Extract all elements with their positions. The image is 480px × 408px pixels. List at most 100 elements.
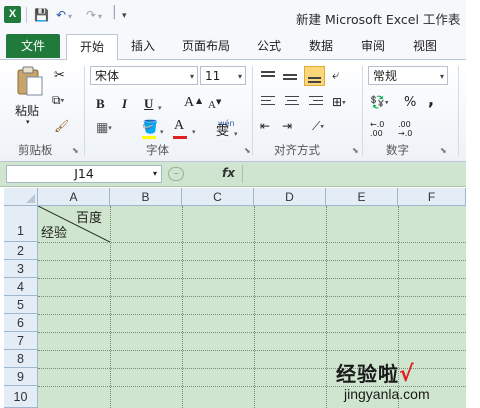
- tab-home[interactable]: 开始: [66, 34, 118, 61]
- grid-line: [38, 260, 466, 261]
- row-header[interactable]: 9: [4, 368, 38, 386]
- column-header[interactable]: B: [110, 188, 182, 206]
- decrease-indent-icon[interactable]: ⇤: [260, 118, 270, 134]
- row-header[interactable]: 8: [4, 350, 38, 368]
- font-color-dropdown-icon[interactable]: ▾: [192, 124, 196, 140]
- align-left-button[interactable]: [260, 94, 276, 110]
- row-header[interactable]: 3: [4, 260, 38, 278]
- align-right-button[interactable]: [308, 94, 324, 110]
- paste-dropdown-icon[interactable]: ▾: [26, 118, 30, 126]
- insert-function-icon[interactable]: fx: [222, 166, 235, 180]
- clipboard-launcher-icon[interactable]: ⬊: [72, 146, 79, 155]
- underline-button[interactable]: U: [144, 96, 153, 112]
- row-header[interactable]: 7: [4, 332, 38, 350]
- customize-quick-access-icon[interactable]: ▾: [122, 11, 127, 21]
- watermark-text: 经验啦√: [336, 358, 415, 387]
- undo-dropdown-icon[interactable]: ▾: [68, 12, 72, 21]
- row-header[interactable]: 2: [4, 242, 38, 260]
- column-header[interactable]: E: [326, 188, 398, 206]
- redo-dropdown-icon[interactable]: ▾: [98, 12, 102, 21]
- group-separator: [458, 66, 459, 156]
- row-header[interactable]: 1: [4, 206, 38, 242]
- cell-a1-bottom-text: 经验: [41, 226, 68, 241]
- copy-icon[interactable]: ⧉▾: [52, 92, 64, 109]
- column-header[interactable]: F: [398, 188, 466, 206]
- name-box-value: J14: [74, 166, 94, 181]
- paste-button[interactable]: 粘贴 ▾: [12, 64, 48, 128]
- row-header[interactable]: 5: [4, 296, 38, 314]
- chevron-down-icon: ▾: [439, 72, 444, 81]
- row-header[interactable]: 4: [4, 278, 38, 296]
- increase-indent-icon[interactable]: ⇥: [282, 118, 292, 134]
- formula-bar: J14 ▾ − fx: [0, 162, 466, 187]
- grid-line: [254, 206, 255, 408]
- comma-style-button[interactable]: ,: [428, 92, 434, 108]
- formula-bar-grip-icon[interactable]: −: [168, 167, 184, 181]
- grid-line: [38, 314, 466, 315]
- cell-a1[interactable]: 百度 经验: [38, 206, 110, 242]
- grid-line: [38, 242, 466, 243]
- tab-view[interactable]: 视图: [406, 34, 444, 58]
- formula-input[interactable]: [242, 165, 466, 183]
- percent-style-button[interactable]: %: [404, 95, 416, 111]
- tab-formulas[interactable]: 公式: [250, 34, 288, 58]
- group-separator: [252, 66, 253, 156]
- name-box[interactable]: J14 ▾: [6, 165, 162, 183]
- orientation-icon[interactable]: ⟋▾: [312, 118, 324, 135]
- cut-icon[interactable]: ✂: [54, 68, 65, 84]
- align-top-icon: [261, 71, 275, 73]
- font-family-value: 宋体: [95, 69, 120, 83]
- ribbon-home: 粘贴 ▾ ✂ ⧉▾ 🖌 剪贴板 ⬊ 宋体 ▾ 11 ▾ B I U ▾ A ▲ …: [0, 60, 466, 162]
- align-middle-button[interactable]: [282, 68, 298, 84]
- column-header[interactable]: A: [38, 188, 110, 206]
- grow-font-button[interactable]: A: [184, 95, 194, 111]
- font-family-select[interactable]: 宋体 ▾: [90, 66, 198, 85]
- border-icon[interactable]: ▦▾: [96, 120, 112, 137]
- font-launcher-icon[interactable]: ⬊: [244, 146, 251, 155]
- tab-file[interactable]: 文件: [6, 34, 60, 58]
- excel-logo-icon: X: [4, 6, 21, 23]
- increase-decimal-button[interactable]: ←.0 .00: [370, 120, 398, 138]
- grid-line: [38, 332, 466, 333]
- phonetic-guide-button[interactable]: 雯: [216, 124, 229, 140]
- accounting-format-icon[interactable]: 💱▾: [370, 94, 388, 111]
- tab-data[interactable]: 数据: [302, 34, 340, 58]
- number-format-value: 常规: [373, 69, 398, 83]
- align-center-button[interactable]: [284, 94, 300, 110]
- watermark-url: jingyanla.com: [344, 386, 430, 402]
- save-icon[interactable]: 💾: [34, 8, 49, 22]
- fill-color-icon[interactable]: 🪣: [142, 120, 158, 136]
- shrink-font-button[interactable]: A: [208, 97, 216, 113]
- fill-color-dropdown-icon[interactable]: ▾: [160, 124, 164, 140]
- tab-review[interactable]: 审阅: [354, 34, 392, 58]
- row-header[interactable]: 10: [4, 386, 38, 408]
- font-color-button[interactable]: A: [174, 118, 184, 134]
- phonetic-dropdown-icon[interactable]: ▾: [234, 126, 238, 142]
- font-size-value: 11: [205, 69, 221, 83]
- format-painter-icon[interactable]: 🖌: [54, 118, 69, 134]
- bold-button[interactable]: B: [96, 96, 105, 112]
- undo-icon[interactable]: ↶: [56, 8, 66, 22]
- wrap-text-icon[interactable]: ⤶: [332, 68, 339, 84]
- number-launcher-icon[interactable]: ⬊: [440, 146, 447, 155]
- merge-center-icon[interactable]: ⊞▾: [332, 94, 346, 111]
- decrease-decimal-button[interactable]: .00 →.0: [398, 120, 426, 138]
- column-header[interactable]: D: [254, 188, 326, 206]
- checkmark-icon: √: [399, 362, 415, 387]
- underline-dropdown-icon[interactable]: ▾: [158, 100, 162, 116]
- align-right-icon: [309, 96, 323, 97]
- align-top-button[interactable]: [260, 68, 276, 84]
- excel-window: X 💾 ↶ ▾ ↷ ▾ | ▾ 新建 Microsoft Excel 工作表 文…: [0, 0, 466, 408]
- number-format-select[interactable]: 常规 ▾: [368, 66, 448, 85]
- column-header[interactable]: C: [182, 188, 254, 206]
- tab-page-layout[interactable]: 页面布局: [176, 34, 236, 58]
- font-group-label: 字体: [146, 143, 169, 157]
- select-all-button[interactable]: [4, 188, 38, 206]
- redo-icon[interactable]: ↷: [86, 8, 96, 22]
- font-size-select[interactable]: 11 ▾: [200, 66, 246, 85]
- row-header[interactable]: 6: [4, 314, 38, 332]
- align-bottom-button[interactable]: [304, 66, 325, 86]
- italic-button[interactable]: I: [122, 96, 127, 112]
- alignment-launcher-icon[interactable]: ⬊: [352, 146, 359, 155]
- tab-insert[interactable]: 插入: [124, 34, 162, 58]
